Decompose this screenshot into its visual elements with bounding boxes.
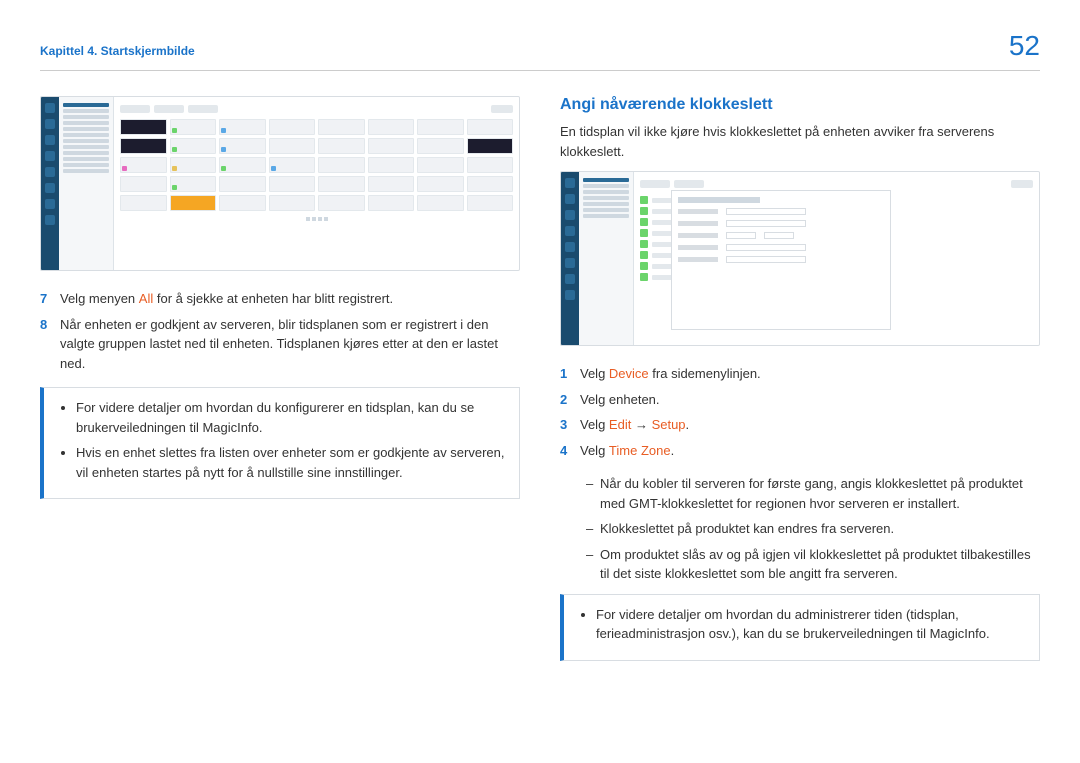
step-number: 8 bbox=[40, 315, 50, 374]
highlight-edit: Edit bbox=[609, 417, 631, 432]
left-step-list: 7 Velg menyen All for å sjekke at enhete… bbox=[40, 289, 520, 373]
step-number: 3 bbox=[560, 415, 570, 435]
step-text: Velg Device fra sidemenylinjen. bbox=[580, 364, 761, 384]
right-step-list: 1 Velg Device fra sidemenylinjen. 2 Velg… bbox=[560, 364, 1040, 460]
highlight-device: Device bbox=[609, 366, 649, 381]
screenshot-settings-view bbox=[560, 171, 1040, 346]
step-8: 8 Når enheten er godkjent av serveren, b… bbox=[40, 315, 520, 374]
screenshot-popup-panel bbox=[671, 190, 891, 330]
screenshot-list-panel bbox=[579, 172, 634, 345]
screenshot-body bbox=[634, 172, 1039, 345]
screenshot-sidebar bbox=[561, 172, 579, 345]
section-intro: En tidsplan vil ikke kjøre hvis klokkesl… bbox=[560, 122, 1040, 161]
sub-bullets: Når du kobler til serveren for første ga… bbox=[560, 474, 1040, 584]
page-number: 52 bbox=[1009, 30, 1040, 62]
note-item: Hvis en enhet slettes fra listen over en… bbox=[76, 443, 505, 482]
step-number: 4 bbox=[560, 441, 570, 461]
step-text: Når enheten er godkjent av serveren, bli… bbox=[60, 315, 520, 374]
screenshot-list-panel bbox=[59, 97, 114, 270]
highlight-timezone: Time Zone bbox=[609, 443, 671, 458]
step-number: 7 bbox=[40, 289, 50, 309]
chapter-title: Kapittel 4. Startskjermbilde bbox=[40, 44, 195, 58]
left-column: 7 Velg menyen All for å sjekke at enhete… bbox=[40, 96, 520, 661]
page-header: Kapittel 4. Startskjermbilde 52 bbox=[40, 30, 1040, 71]
section-title: Angi nåværende klokkeslett bbox=[560, 96, 1040, 114]
content-columns: 7 Velg menyen All for å sjekke at enhete… bbox=[40, 96, 1040, 661]
step-4: 4 Velg Time Zone. bbox=[560, 441, 1040, 461]
left-note-box: For videre detaljer om hvordan du konfig… bbox=[40, 387, 520, 499]
sub-item: Når du kobler til serveren for første ga… bbox=[586, 474, 1040, 513]
right-column: Angi nåværende klokkeslett En tidsplan v… bbox=[560, 96, 1040, 661]
highlight-setup: Setup bbox=[652, 417, 686, 432]
step-3: 3 Velg Edit → Setup. bbox=[560, 415, 1040, 435]
note-item: For videre detaljer om hvordan du konfig… bbox=[76, 398, 505, 437]
step-number: 1 bbox=[560, 364, 570, 384]
step-7: 7 Velg menyen All for å sjekke at enhete… bbox=[40, 289, 520, 309]
step-text: Velg enheten. bbox=[580, 390, 660, 410]
arrow-icon: → bbox=[631, 417, 651, 432]
step-number: 2 bbox=[560, 390, 570, 410]
screenshot-sidebar bbox=[41, 97, 59, 270]
screenshot-body bbox=[114, 97, 519, 270]
step-text: Velg menyen All for å sjekke at enheten … bbox=[60, 289, 393, 309]
screenshot-grid-view bbox=[40, 96, 520, 271]
right-note-box: For videre detaljer om hvordan du admini… bbox=[560, 594, 1040, 661]
sub-item: Klokkeslettet på produktet kan endres fr… bbox=[586, 519, 1040, 539]
step-text: Velg Edit → Setup. bbox=[580, 415, 689, 435]
step-text: Velg Time Zone. bbox=[580, 441, 674, 461]
step-1: 1 Velg Device fra sidemenylinjen. bbox=[560, 364, 1040, 384]
highlight-all: All bbox=[139, 291, 153, 306]
note-item: For videre detaljer om hvordan du admini… bbox=[596, 605, 1025, 644]
step-2: 2 Velg enheten. bbox=[560, 390, 1040, 410]
sub-item: Om produktet slås av og på igjen vil klo… bbox=[586, 545, 1040, 584]
